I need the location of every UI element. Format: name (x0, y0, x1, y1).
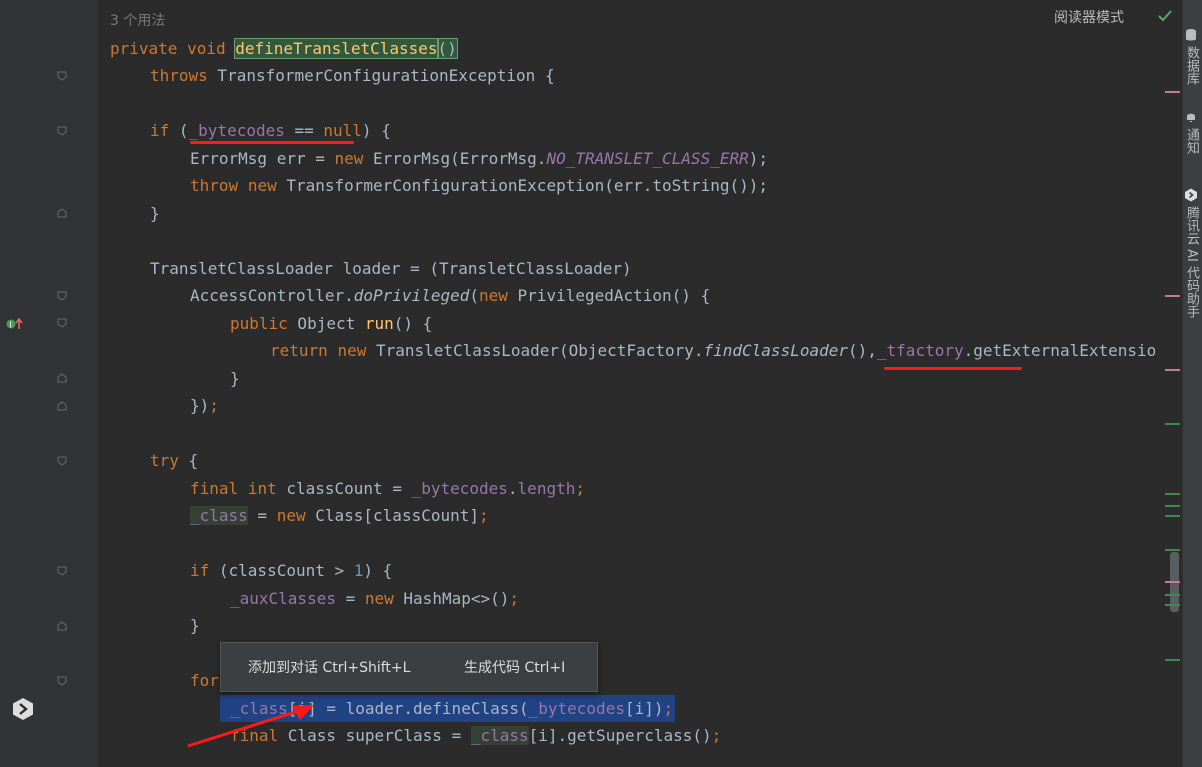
red-underline-annotation (884, 367, 1022, 370)
fold-marker-icon[interactable] (56, 125, 68, 137)
check-icon[interactable] (1157, 8, 1173, 28)
error-stripe-mark[interactable] (1165, 505, 1180, 507)
code-line: private void defineTransletClasses() (110, 38, 458, 59)
ai-action-popup: 添加到对话 Ctrl+Shift+L 生成代码 Ctrl+I (220, 642, 598, 692)
fold-marker-icon[interactable] (56, 290, 68, 302)
fold-marker-icon[interactable] (56, 675, 68, 687)
notifications-tool-tab[interactable]: 通知 (1183, 110, 1201, 154)
bell-icon (1184, 110, 1199, 124)
tencent-ai-gutter-icon[interactable] (11, 697, 35, 725)
tencent-ai-tool-tab[interactable]: 腾讯云 AI 代码助手 (1183, 188, 1201, 318)
code-line: AccessController.doPrivileged(new Privil… (190, 286, 711, 305)
fold-marker-icon[interactable] (56, 400, 68, 412)
tencent-ai-icon (1184, 188, 1199, 202)
svg-text:I: I (9, 321, 11, 330)
generate-code-button[interactable]: 生成代码 Ctrl+I (464, 657, 565, 677)
error-stripe-mark[interactable] (1165, 604, 1180, 606)
error-stripe-mark[interactable] (1165, 423, 1180, 425)
reader-mode-button[interactable]: 阅读器模式 (1054, 7, 1124, 27)
fold-marker-icon[interactable] (56, 207, 68, 219)
error-stripe-mark[interactable] (1165, 295, 1180, 297)
error-stripe-mark[interactable] (1165, 549, 1180, 551)
error-stripe-mark[interactable] (1165, 369, 1180, 371)
fold-marker-icon[interactable] (56, 70, 68, 82)
error-stripe-mark[interactable] (1165, 91, 1180, 93)
fold-marker-icon[interactable] (56, 565, 68, 577)
add-to-chat-button[interactable]: 添加到对话 Ctrl+Shift+L (248, 657, 410, 677)
implements-method-icon[interactable]: I (6, 316, 24, 335)
database-tool-tab[interactable]: 数据库 (1183, 28, 1201, 85)
code-line: _class = new Class[classCount]; (190, 506, 489, 525)
code-line: _auxClasses = new HashMap<>(); (230, 589, 520, 608)
fold-marker-icon[interactable] (56, 317, 68, 329)
fold-marker-icon[interactable] (56, 372, 68, 384)
error-stripe-mark[interactable] (1165, 515, 1180, 517)
fold-marker-icon[interactable] (56, 620, 68, 632)
code-line: try { (150, 451, 199, 470)
code-line: final int classCount = _bytecodes.length… (190, 479, 585, 498)
code-line: }); (190, 396, 219, 415)
error-stripe-mark[interactable] (1165, 659, 1180, 661)
method-name[interactable]: defineTransletClasses (234, 38, 439, 59)
code-line: } (230, 369, 240, 388)
error-stripe-mark[interactable] (1165, 581, 1180, 583)
usages-hint[interactable]: 3 个用法 (110, 10, 165, 30)
red-underline-annotation (190, 141, 354, 144)
fold-marker-icon[interactable] (56, 455, 68, 467)
code-line: } (150, 204, 160, 223)
editor-gutter (0, 0, 98, 767)
code-line: } (190, 616, 200, 635)
code-line: throw new TransformerConfigurationExcept… (190, 176, 768, 195)
code-line: public Object run() { (230, 314, 433, 333)
code-line: return new TransletClassLoader(ObjectFac… (270, 341, 1157, 360)
code-line: TransletClassLoader loader = (TransletCl… (150, 259, 632, 278)
code-line: if (classCount > 1) { (190, 561, 393, 580)
database-icon (1184, 28, 1199, 42)
code-line: throws TransformerConfigurationException… (150, 66, 555, 85)
error-stripe-mark[interactable] (1165, 594, 1180, 596)
error-stripe-mark[interactable] (1165, 493, 1180, 495)
code-line: ErrorMsg err = new ErrorMsg(ErrorMsg.NO_… (190, 149, 768, 168)
red-arrow-annotation (180, 688, 320, 754)
code-line: if (_bytecodes == null) { (150, 121, 391, 140)
